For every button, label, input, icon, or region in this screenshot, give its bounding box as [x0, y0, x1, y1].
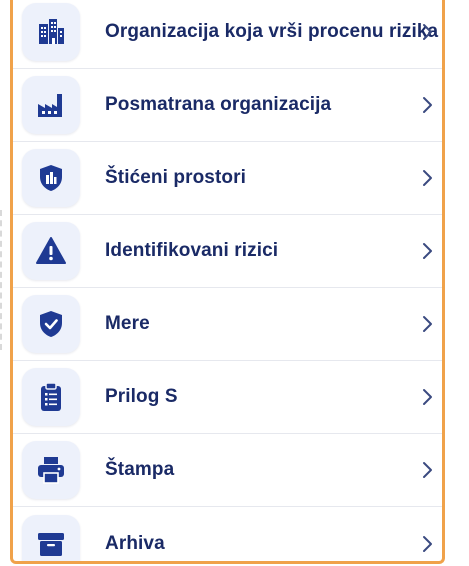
icon-tile: [22, 3, 80, 61]
shield-building-icon: [40, 165, 62, 191]
chevron-right-icon: [423, 389, 432, 405]
menu-item-organizacija-procena[interactable]: Organizacija koja vrši procenu rizika: [13, 0, 442, 69]
menu-item-identifikovani-rizici[interactable]: Identifikovani rizici: [13, 215, 442, 288]
menu-item-stampa[interactable]: Štampa: [13, 434, 442, 507]
menu-item-arhiva[interactable]: Arhiva: [13, 507, 442, 561]
menu-item-prilog-s[interactable]: Prilog S: [13, 361, 442, 434]
building-icon: [39, 19, 64, 44]
shield-check-icon: [40, 311, 62, 337]
menu-item-label: Posmatrana organizacija: [105, 94, 332, 115]
menu-item-label: Identifikovani rizici: [105, 240, 279, 261]
menu-list: Organizacija koja vrši procenu rizika Po…: [13, 0, 442, 561]
icon-tile: [22, 149, 80, 207]
factory-icon: [38, 94, 62, 117]
chevron-right-icon: [423, 535, 432, 552]
icon-tile: [22, 76, 80, 134]
chevron-right-icon: [423, 243, 432, 259]
icon-tile: [22, 368, 80, 426]
menu-item-sticeni-prostori[interactable]: Štićeni prostori: [13, 142, 442, 215]
icon-tile: [22, 222, 80, 280]
chevron-right-icon: [423, 24, 432, 40]
chevron-right-icon: [423, 462, 432, 478]
icon-tile: [22, 514, 80, 561]
warning-icon: [36, 237, 66, 264]
printer-icon: [38, 457, 64, 484]
screen: Organizacija koja vrši procenu rizika Po…: [0, 0, 469, 566]
clipboard-list-icon: [41, 382, 61, 411]
icon-tile: [22, 295, 80, 353]
menu-item-label: Štampa: [105, 459, 175, 480]
menu-item-mere[interactable]: Mere: [13, 288, 442, 361]
menu-item-label: Štićeni prostori: [105, 167, 246, 188]
menu-frame: Organizacija koja vrši procenu rizika Po…: [10, 0, 445, 564]
chevron-right-icon: [423, 170, 432, 186]
menu-item-label: Arhiva: [105, 532, 165, 554]
menu-item-label: Organizacija koja vrši procenu rizika: [105, 21, 439, 42]
archive-box-icon: [38, 532, 64, 556]
menu-item-label: Prilog S: [105, 386, 178, 407]
menu-item-posmatrana-organizacija[interactable]: Posmatrana organizacija: [13, 69, 442, 142]
chevron-right-icon: [423, 97, 432, 113]
menu-item-label: Mere: [105, 313, 150, 334]
side-marker: [0, 210, 5, 350]
icon-tile: [22, 441, 80, 499]
chevron-right-icon: [423, 316, 432, 332]
